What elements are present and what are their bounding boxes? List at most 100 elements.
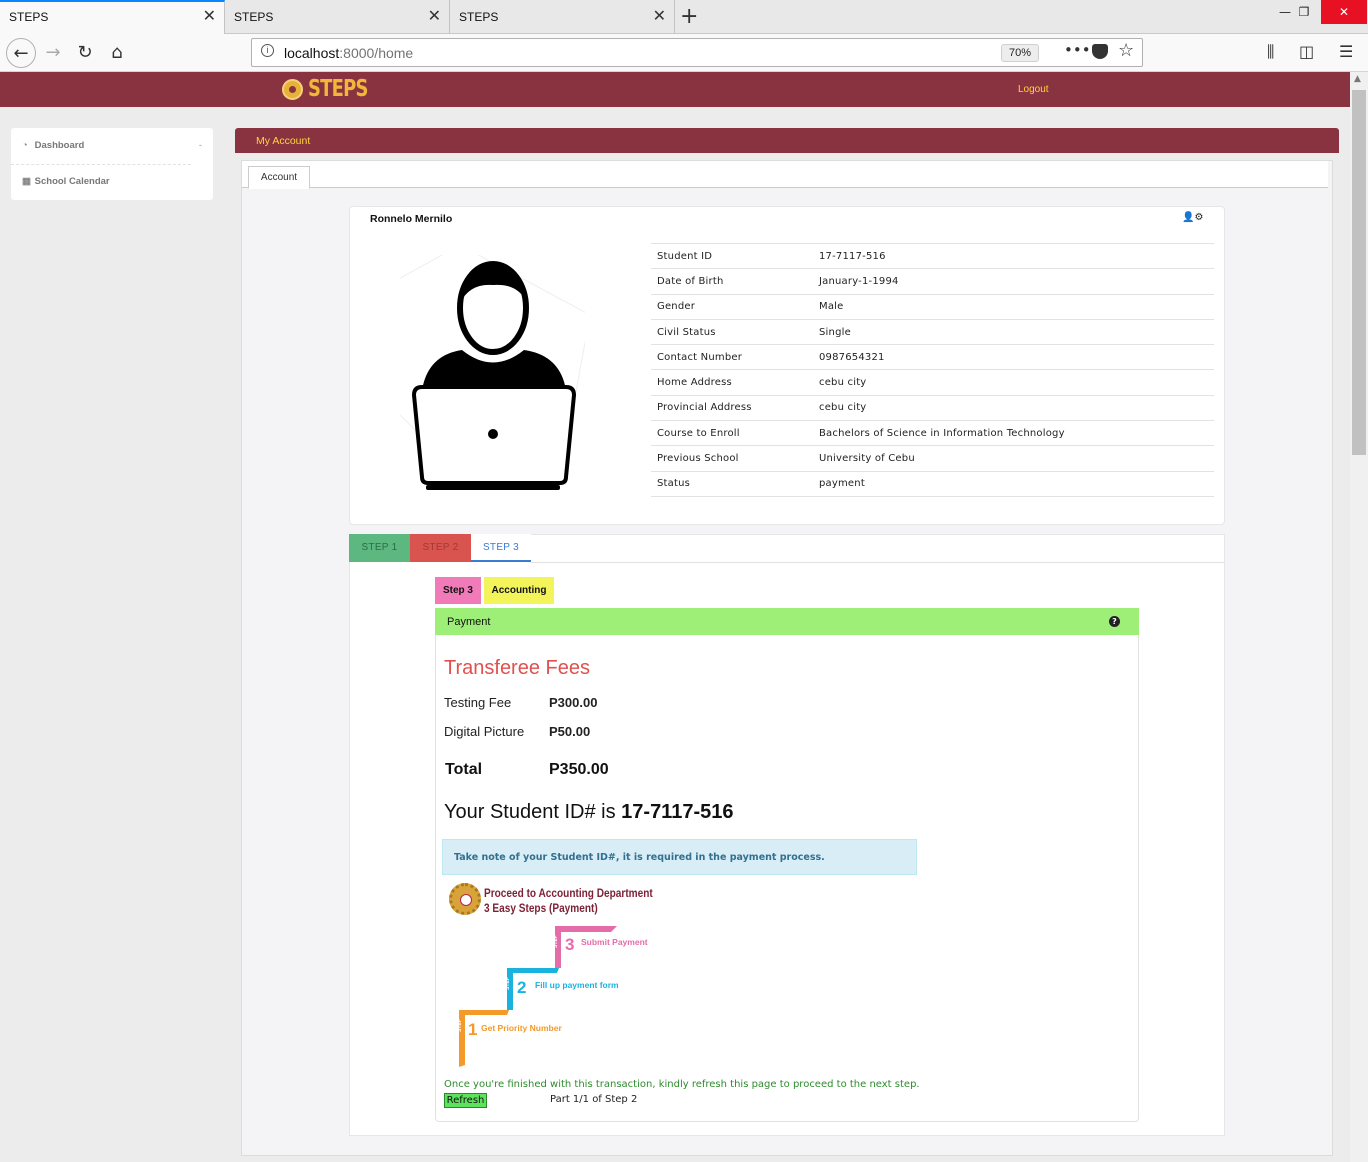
url-text: localhost:8000/home xyxy=(284,45,414,61)
tab-account[interactable]: Account xyxy=(248,166,310,189)
info-key: Home Address xyxy=(651,369,819,396)
info-value: cebu city xyxy=(819,369,1214,396)
info-value: January-1-1994 xyxy=(819,268,1214,295)
close-tab-icon[interactable]: ✕ xyxy=(428,0,441,34)
tab-step-1[interactable]: STEP 1 xyxy=(349,534,410,562)
sidebar-item-dashboard[interactable]: ◔ Dashboard - xyxy=(22,136,202,156)
tab-divider xyxy=(531,562,1225,563)
info-key: Date of Birth xyxy=(651,268,819,295)
step-badge: Step 3 xyxy=(435,577,481,604)
help-icon[interactable]: ? xyxy=(1109,616,1120,627)
sidebar-divider xyxy=(11,164,191,165)
seal-icon xyxy=(282,79,303,100)
browser-tab-bar: STEPS ✕ STEPS ✕ STEPS ✕ + — ❐ ✕ xyxy=(0,0,1368,34)
forward-arrow-icon[interactable]: → xyxy=(38,38,68,68)
tab-step-3[interactable]: STEP 3 xyxy=(471,534,531,562)
sidebar-item-label: Dashboard xyxy=(34,140,85,151)
profile-settings-icon[interactable]: 👤⚙ xyxy=(1182,212,1203,223)
browser-tab[interactable]: STEPS ✕ xyxy=(0,0,225,34)
sidebar-toggle-icon[interactable]: ◫ xyxy=(1299,42,1314,61)
browser-tab[interactable]: STEPS ✕ xyxy=(225,0,450,34)
step-label: Get Priority Number xyxy=(481,1023,562,1033)
bookmark-star-icon[interactable]: ☆ xyxy=(1118,40,1134,61)
info-alert: Take note of your Student ID#, it is req… xyxy=(442,839,917,875)
page-actions-icon[interactable]: ••• xyxy=(1064,41,1091,59)
app-header: STEPS Logout xyxy=(0,72,1350,107)
my-account-header: My Account xyxy=(235,128,1339,153)
info-row: Civil Status Single xyxy=(651,318,1214,345)
sidebar-item-school-calendar[interactable]: ▦ School Calendar xyxy=(22,172,202,192)
payment-panel-header: Payment ? xyxy=(435,608,1139,635)
step-word: STEP xyxy=(457,1018,463,1032)
address-bar[interactable]: i localhost:8000/home 70% ••• ☆ xyxy=(251,38,1143,67)
info-row: Provincial Address cebu city xyxy=(651,394,1214,421)
info-key: Status xyxy=(651,470,819,497)
calendar-icon: ▦ xyxy=(22,176,31,187)
browser-tab-title: STEPS xyxy=(459,10,499,24)
student-id-value: 17-7117-516 xyxy=(621,801,734,823)
dashboard-icon: ◔ xyxy=(22,140,28,151)
student-id-prefix: Your Student ID# is xyxy=(444,801,616,823)
browser-tab[interactable]: STEPS ✕ xyxy=(450,0,675,34)
step-label: Submit Payment xyxy=(581,937,648,947)
step-word: STEP xyxy=(505,976,511,990)
info-row: Home Address cebu city xyxy=(651,369,1214,396)
fee-label: Testing Fee xyxy=(444,695,512,710)
site-info-icon[interactable]: i xyxy=(261,44,274,57)
staircase-icon: STEP 1 Get Priority Number STEP 2 Fill u… xyxy=(457,926,648,1067)
close-tab-icon[interactable]: ✕ xyxy=(653,0,666,34)
page-title: My Account xyxy=(256,135,311,147)
part-indicator: Part 1/1 of Step 2 xyxy=(550,1094,638,1105)
info-value: Bachelors of Science in Information Tech… xyxy=(819,420,1214,446)
step-label: Fill up payment form xyxy=(535,980,619,990)
info-key: Provincial Address xyxy=(651,394,819,421)
scrollbar-thumb[interactable] xyxy=(1352,90,1366,455)
info-value: cebu city xyxy=(819,394,1214,421)
pocket-icon[interactable] xyxy=(1092,44,1108,59)
close-tab-icon[interactable]: ✕ xyxy=(203,2,216,32)
step-number: 2 xyxy=(517,978,526,997)
window-close-icon[interactable]: ✕ xyxy=(1321,0,1367,24)
browser-tab-title: STEPS xyxy=(9,10,49,24)
new-tab-icon[interactable]: + xyxy=(680,4,698,29)
logout-link[interactable]: Logout xyxy=(1018,84,1049,95)
finish-instructions: Once you're finished with this transacti… xyxy=(444,1079,920,1090)
step-number: 3 xyxy=(565,935,574,954)
step-number: 1 xyxy=(468,1020,477,1039)
home-icon[interactable]: ⌂ xyxy=(102,38,132,68)
scroll-up-icon[interactable]: ▲ xyxy=(1354,74,1361,84)
zoom-indicator[interactable]: 70% xyxy=(1001,44,1039,62)
refresh-button[interactable]: Refresh xyxy=(444,1093,487,1108)
vertical-scrollbar[interactable]: ▲ xyxy=(1350,72,1368,1162)
info-key: Gender xyxy=(651,293,819,320)
student-id-line: Your Student ID# is 17-7117-516 xyxy=(444,801,733,824)
payment-title: Payment xyxy=(447,616,491,628)
tab-step-2[interactable]: STEP 2 xyxy=(410,534,471,562)
info-value: Male xyxy=(819,293,1214,320)
total-amount: P350.00 xyxy=(549,761,609,778)
info-key: Previous School xyxy=(651,445,819,472)
library-icon[interactable]: ⫼ xyxy=(1267,42,1274,62)
chevron-down-icon[interactable]: - xyxy=(199,136,202,156)
info-row: Date of Birth January-1-1994 xyxy=(651,268,1214,295)
hamburger-menu-icon[interactable]: ☰ xyxy=(1339,42,1353,61)
info-key: Course to Enroll xyxy=(651,420,819,446)
info-value: 0987654321 xyxy=(819,344,1214,370)
browser-nav-bar: ← → ↻ ⌂ i localhost:8000/home 70% ••• ☆ … xyxy=(0,34,1368,72)
browser-tab-title: STEPS xyxy=(234,10,274,24)
back-arrow-icon[interactable]: ← xyxy=(6,38,36,68)
info-value: 17-7117-516 xyxy=(819,242,1214,269)
student-name: Ronnelo Mernilo xyxy=(370,213,453,225)
info-alert-text: Take note of your Student ID#, it is req… xyxy=(454,852,825,863)
student-info-table: Student ID 17-7117-516 Date of Birth Januar… xyxy=(651,242,1214,497)
info-row: Student ID 17-7117-516 xyxy=(651,242,1214,269)
info-value: Single xyxy=(819,318,1214,345)
info-key: Civil Status xyxy=(651,318,819,345)
fees-title: Transferee Fees xyxy=(444,657,590,679)
info-value: University of Cebu xyxy=(819,445,1214,472)
account-tabstrip xyxy=(242,161,1328,188)
info-value: payment xyxy=(819,470,1214,497)
sidebar-item-label: School Calendar xyxy=(34,176,110,187)
reload-icon[interactable]: ↻ xyxy=(70,38,100,68)
info-row: Contact Number 0987654321 xyxy=(651,344,1214,370)
